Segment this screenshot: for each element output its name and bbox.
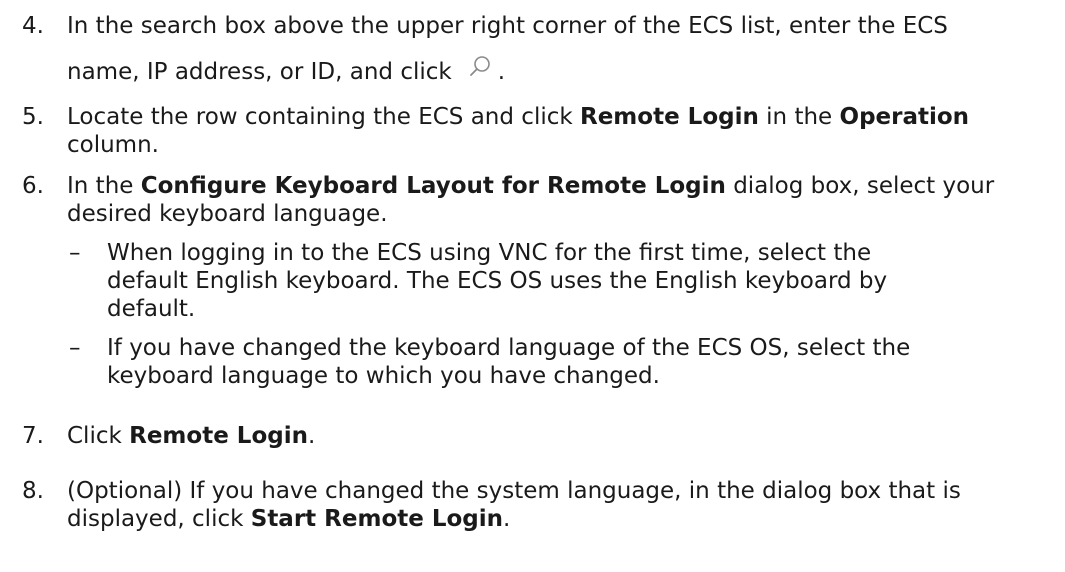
step-text: In the Configure Keyboard Layout for Rem… [67,173,995,227]
step-number: 8. [22,478,44,504]
ui-term: Configure Keyboard Layout for Remote Log… [140,173,726,199]
step-number: 5. [22,104,44,130]
ui-term: Operation [839,104,970,130]
sub-bullet-text: If you have changed the keyboard languag… [107,335,911,389]
step-number: 4. [22,13,44,39]
step-number: 6. [22,173,44,199]
ui-term: Remote Login [129,423,308,449]
dash-bullet: – [69,240,81,266]
step-text: In the search box above the upper right … [67,13,948,85]
dash-bullet: – [69,335,81,361]
ui-term: Start Remote Login [250,506,504,532]
search-icon [458,53,498,83]
ui-term: Remote Login [580,104,759,130]
step-text: Locate the row containing the ECS and cl… [67,104,970,158]
step-text: (Optional) If you have changed the syste… [67,478,961,532]
step-number: 7. [22,423,44,449]
step-text: Click Remote Login. [67,423,316,449]
sub-bullet-text: When logging in to the ECS using VNC for… [107,240,888,322]
